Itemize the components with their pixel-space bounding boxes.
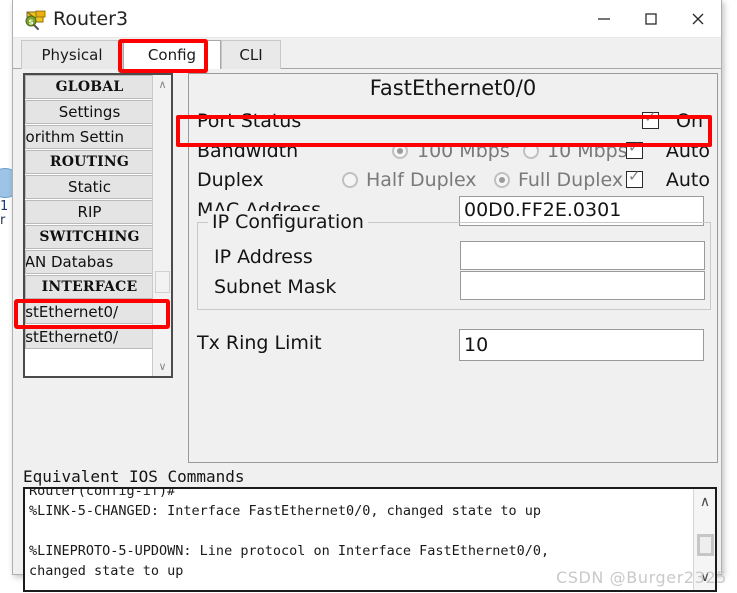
sidebar-item-routing[interactable]: ROUTING <box>25 150 154 174</box>
bandwidth-auto-label: Auto <box>665 140 710 162</box>
ip-address-field[interactable] <box>460 241 705 270</box>
port-status-checkbox[interactable] <box>642 109 659 129</box>
config-sidebar: GLOBAL Settings gorithm Settin ROUTING S… <box>23 73 173 378</box>
svg-text:S: S <box>28 19 33 27</box>
sidebar-item-global[interactable]: GLOBAL <box>25 75 154 99</box>
app-icon: S <box>23 7 47 31</box>
ip-address-row: IP Address <box>198 241 710 271</box>
sidebar-item-rip[interactable]: RIP <box>25 200 154 224</box>
tx-ring-limit-row: Tx Ring Limit 10 <box>189 329 717 361</box>
subnet-mask-field[interactable] <box>460 271 705 300</box>
close-icon <box>692 13 703 24</box>
sidebar-item-algorithm-settings[interactable]: gorithm Settin <box>25 125 154 149</box>
minimize-button[interactable] <box>580 0 627 37</box>
background-text: 1 r <box>0 199 9 228</box>
ios-scrollbar-thumb[interactable] <box>697 534 714 556</box>
port-status-on-label: On <box>676 110 703 132</box>
tab-physical[interactable]: Physical <box>21 40 123 69</box>
sidebar-item-switching[interactable]: SWITCHING <box>25 225 154 249</box>
sidebar-item-vlan-database[interactable]: LAN Databas <box>25 250 154 274</box>
sidebar-item-fastethernet0-0[interactable]: astEthernet0/ <box>25 300 154 324</box>
interface-title: FastEthernet0/0 <box>369 76 537 100</box>
maximize-button[interactable] <box>627 0 674 37</box>
router-config-window: S Router3 Physical Config CLI GLOBAL Set… <box>12 0 722 592</box>
sidebar-scroll-up-icon[interactable]: ∧ <box>153 75 171 94</box>
duplex-full-radio[interactable] <box>494 172 510 188</box>
tx-ring-limit-label: Tx Ring Limit <box>197 332 322 354</box>
minimize-icon <box>597 17 610 20</box>
duplex-half-label: Half Duplex <box>366 169 477 191</box>
tab-bar-filler <box>281 40 721 69</box>
sidebar-scroll-down-icon[interactable]: ∨ <box>153 357 171 376</box>
duplex-auto-checkbox[interactable] <box>626 168 643 188</box>
background-left-strip <box>0 0 12 593</box>
tab-cli[interactable]: CLI <box>221 40 281 69</box>
port-status-label: Port Status <box>197 110 302 132</box>
sidebar-scrollbar[interactable]: ∧ ∨ <box>152 75 171 376</box>
duplex-auto-label: Auto <box>665 169 710 191</box>
ip-configuration-group-label: IP Configuration <box>208 211 368 233</box>
tx-ring-limit-field[interactable]: 10 <box>459 329 704 361</box>
subnet-mask-label: Subnet Mask <box>214 276 337 298</box>
sidebar-list: GLOBAL Settings gorithm Settin ROUTING S… <box>25 75 154 376</box>
equivalent-ios-commands-label: Equivalent IOS Commands <box>23 467 245 486</box>
interface-config-panel: FastEthernet0/0 Port Status On Bandwidth… <box>188 73 718 463</box>
bandwidth-100-radio[interactable] <box>392 143 408 159</box>
window-title: Router3 <box>53 8 129 30</box>
duplex-row: Duplex Half Duplex Full Duplex Auto <box>189 166 717 194</box>
ip-configuration-group: IP Configuration IP Address Subnet Mask <box>197 211 711 310</box>
sidebar-item-static[interactable]: Static <box>25 175 154 199</box>
sidebar-item-settings[interactable]: Settings <box>25 100 154 124</box>
sidebar-item-interface[interactable]: INTERFACE <box>25 275 154 299</box>
bandwidth-label: Bandwidth <box>197 140 299 162</box>
bandwidth-auto-checkbox[interactable] <box>626 139 643 159</box>
maximize-icon <box>644 12 657 25</box>
duplex-label: Duplex <box>197 169 264 191</box>
tab-bar: Physical Config CLI <box>13 38 721 69</box>
close-button[interactable] <box>674 0 721 37</box>
port-status-row: Port Status On <box>189 107 717 135</box>
bandwidth-100-label: 100 Mbps <box>417 140 510 162</box>
sidebar-item-fastethernet0-1[interactable]: astEthernet0/ <box>25 325 154 349</box>
duplex-full-label: Full Duplex <box>518 169 624 191</box>
window-title-bar: S Router3 <box>13 0 721 38</box>
bandwidth-10-radio[interactable] <box>523 143 539 159</box>
watermark: CSDN @Burger2325 <box>555 568 727 587</box>
config-content-area: GLOBAL Settings gorithm Settin ROUTING S… <box>13 69 721 592</box>
ios-commands-text: Router(config-if)# %LINK-5-CHANGED: Inte… <box>29 487 550 579</box>
subnet-mask-row: Subnet Mask <box>198 271 710 301</box>
sidebar-scrollbar-thumb[interactable] <box>155 271 170 293</box>
ios-scroll-up-icon[interactable]: ∧ <box>694 491 715 513</box>
tab-config[interactable]: Config <box>123 40 221 69</box>
ip-address-label: IP Address <box>214 246 313 268</box>
duplex-half-radio[interactable] <box>342 172 358 188</box>
bandwidth-10-label: 10 Mbps <box>547 140 628 162</box>
bandwidth-row: Bandwidth 100 Mbps 10 Mbps Auto <box>189 137 717 165</box>
